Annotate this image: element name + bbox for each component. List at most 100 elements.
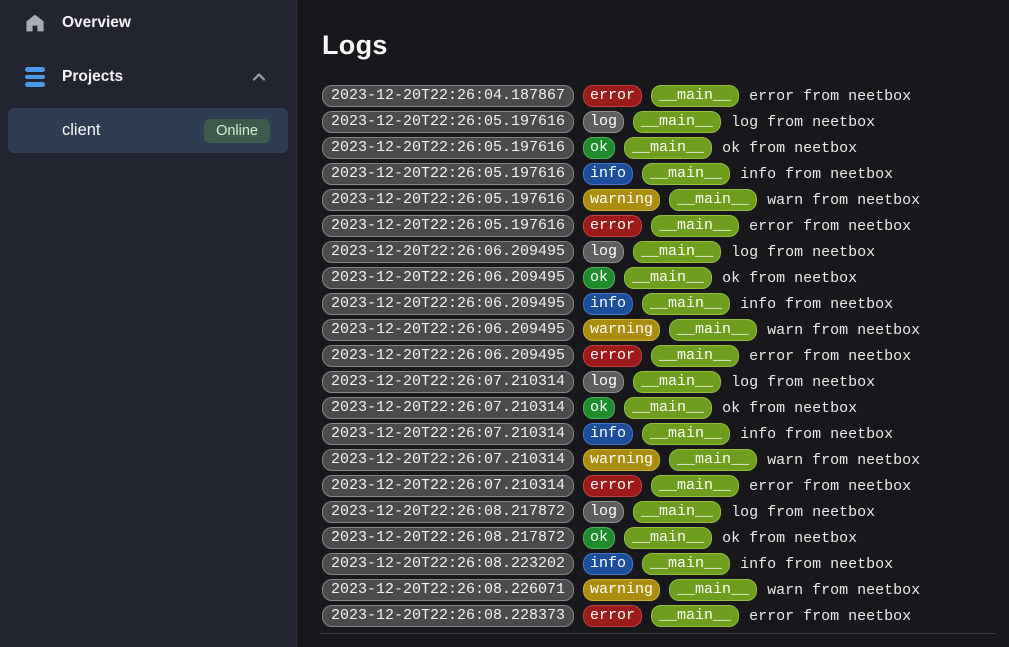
- log-module-badge: __main__: [651, 215, 739, 237]
- home-icon: [25, 13, 45, 33]
- log-level-badge: error: [583, 605, 642, 627]
- log-row: 2023-12-20T22:26:08.228373 error __main_…: [322, 605, 995, 627]
- log-module-badge: __main__: [642, 163, 730, 185]
- log-level-badge: error: [583, 85, 642, 107]
- log-row: 2023-12-20T22:26:06.209495 error __main_…: [322, 345, 995, 367]
- log-message: error from neetbox: [749, 608, 911, 625]
- page-title: Logs: [322, 30, 995, 61]
- log-timestamp: 2023-12-20T22:26:08.226071: [322, 579, 574, 601]
- log-module-badge: __main__: [651, 475, 739, 497]
- log-level-badge: log: [583, 501, 624, 523]
- log-level-badge: info: [583, 553, 633, 575]
- log-message: log from neetbox: [731, 374, 875, 391]
- log-timestamp: 2023-12-20T22:26:08.223202: [322, 553, 574, 575]
- log-level-badge: log: [583, 371, 624, 393]
- sidebar-item-overview[interactable]: Overview: [0, 8, 296, 38]
- log-message: ok from neetbox: [722, 270, 857, 287]
- log-level-badge: warning: [583, 189, 660, 211]
- log-level-badge: error: [583, 345, 642, 367]
- log-module-badge: __main__: [642, 423, 730, 445]
- log-row: 2023-12-20T22:26:05.197616 info __main__…: [322, 163, 995, 185]
- chevron-up-icon[interactable]: [251, 69, 267, 85]
- log-level-badge: warning: [583, 579, 660, 601]
- log-row: 2023-12-20T22:26:08.217872 log __main__ …: [322, 501, 995, 523]
- log-level-badge: info: [583, 423, 633, 445]
- list-icon: [25, 67, 45, 87]
- log-message: ok from neetbox: [722, 400, 857, 417]
- log-row: 2023-12-20T22:26:08.223202 info __main__…: [322, 553, 995, 575]
- sidebar-item-project-client[interactable]: client Online: [8, 108, 288, 153]
- log-timestamp: 2023-12-20T22:26:05.197616: [322, 137, 574, 159]
- log-row: 2023-12-20T22:26:07.210314 error __main_…: [322, 475, 995, 497]
- log-timestamp: 2023-12-20T22:26:04.187867: [322, 85, 574, 107]
- log-timestamp: 2023-12-20T22:26:07.210314: [322, 397, 574, 419]
- log-module-badge: __main__: [633, 241, 721, 263]
- log-message: log from neetbox: [731, 244, 875, 261]
- log-module-badge: __main__: [651, 345, 739, 367]
- log-level-badge: info: [583, 293, 633, 315]
- log-level-badge: ok: [583, 527, 615, 549]
- log-level-badge: warning: [583, 449, 660, 471]
- log-level-badge: log: [583, 111, 624, 133]
- log-row: 2023-12-20T22:26:07.210314 info __main__…: [322, 423, 995, 445]
- log-message: warn from neetbox: [767, 192, 920, 209]
- log-message: warn from neetbox: [767, 322, 920, 339]
- log-module-badge: __main__: [669, 579, 757, 601]
- log-module-badge: __main__: [624, 397, 712, 419]
- log-module-badge: __main__: [633, 501, 721, 523]
- log-module-badge: __main__: [642, 293, 730, 315]
- log-row: 2023-12-20T22:26:08.217872 ok __main__ o…: [322, 527, 995, 549]
- log-level-badge: ok: [583, 267, 615, 289]
- log-module-badge: __main__: [669, 189, 757, 211]
- log-message: error from neetbox: [749, 348, 911, 365]
- log-timestamp: 2023-12-20T22:26:06.209495: [322, 267, 574, 289]
- log-timestamp: 2023-12-20T22:26:06.209495: [322, 345, 574, 367]
- log-level-badge: ok: [583, 137, 615, 159]
- log-timestamp: 2023-12-20T22:26:05.197616: [322, 215, 574, 237]
- log-message: error from neetbox: [749, 88, 911, 105]
- log-row: 2023-12-20T22:26:06.209495 ok __main__ o…: [322, 267, 995, 289]
- log-timestamp: 2023-12-20T22:26:08.217872: [322, 527, 574, 549]
- log-message: info from neetbox: [740, 166, 893, 183]
- log-row: 2023-12-20T22:26:05.197616 ok __main__ o…: [322, 137, 995, 159]
- log-timestamp: 2023-12-20T22:26:05.197616: [322, 163, 574, 185]
- log-row: 2023-12-20T22:26:07.210314 ok __main__ o…: [322, 397, 995, 419]
- sidebar-item-label: Overview: [62, 14, 267, 32]
- log-module-badge: __main__: [642, 553, 730, 575]
- log-row: 2023-12-20T22:26:05.197616 error __main_…: [322, 215, 995, 237]
- log-timestamp: 2023-12-20T22:26:08.217872: [322, 501, 574, 523]
- log-row: 2023-12-20T22:26:06.209495 log __main__ …: [322, 241, 995, 263]
- log-timestamp: 2023-12-20T22:26:07.210314: [322, 423, 574, 445]
- main-content: Logs 2023-12-20T22:26:04.187867 error __…: [297, 0, 1009, 647]
- log-list: 2023-12-20T22:26:04.187867 error __main_…: [322, 85, 995, 627]
- log-timestamp: 2023-12-20T22:26:06.209495: [322, 241, 574, 263]
- log-level-badge: error: [583, 215, 642, 237]
- log-timestamp: 2023-12-20T22:26:06.209495: [322, 293, 574, 315]
- log-timestamp: 2023-12-20T22:26:07.210314: [322, 371, 574, 393]
- sidebar: Overview Projects client Online: [0, 0, 297, 647]
- log-row: 2023-12-20T22:26:06.209495 warning __mai…: [322, 319, 995, 341]
- log-timestamp: 2023-12-20T22:26:05.197616: [322, 111, 574, 133]
- log-module-badge: __main__: [633, 111, 721, 133]
- log-level-badge: log: [583, 241, 624, 263]
- sidebar-item-projects[interactable]: Projects: [0, 62, 296, 92]
- log-message: ok from neetbox: [722, 530, 857, 547]
- log-timestamp: 2023-12-20T22:26:07.210314: [322, 475, 574, 497]
- log-module-badge: __main__: [651, 605, 739, 627]
- log-message: error from neetbox: [749, 478, 911, 495]
- log-message: info from neetbox: [740, 556, 893, 573]
- log-timestamp: 2023-12-20T22:26:07.210314: [322, 449, 574, 471]
- log-message: warn from neetbox: [767, 582, 920, 599]
- status-badge: Online: [204, 119, 270, 143]
- log-row: 2023-12-20T22:26:07.210314 warning __mai…: [322, 449, 995, 471]
- log-message: info from neetbox: [740, 426, 893, 443]
- log-message: warn from neetbox: [767, 452, 920, 469]
- log-row: 2023-12-20T22:26:06.209495 info __main__…: [322, 293, 995, 315]
- log-timestamp: 2023-12-20T22:26:08.228373: [322, 605, 574, 627]
- log-row: 2023-12-20T22:26:05.197616 log __main__ …: [322, 111, 995, 133]
- log-module-badge: __main__: [651, 85, 739, 107]
- log-level-badge: error: [583, 475, 642, 497]
- log-message: log from neetbox: [731, 114, 875, 131]
- log-message: log from neetbox: [731, 504, 875, 521]
- log-message: ok from neetbox: [722, 140, 857, 157]
